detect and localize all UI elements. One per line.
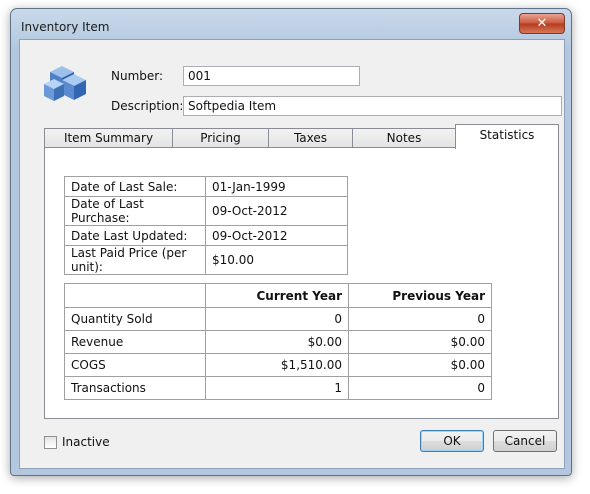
previous-year-value: $0.00	[348, 353, 492, 377]
description-field[interactable]	[183, 96, 562, 116]
last-paid-price-value: $10.00	[205, 245, 348, 275]
ok-button[interactable]: OK	[420, 430, 484, 452]
table-row: Transactions 1 0	[64, 376, 492, 400]
current-year-value: $0.00	[205, 330, 349, 354]
tab-item-summary[interactable]: Item Summary	[44, 128, 173, 148]
tab-pricing[interactable]: Pricing	[172, 128, 269, 148]
dialog-body: Number: Description: Item Summary Pricin…	[19, 39, 565, 469]
current-year-value: 0	[205, 307, 349, 331]
table-row: Date of Last Sale: 01-Jan-1999	[64, 176, 348, 197]
row-label: Revenue	[64, 330, 206, 354]
table-row: Date Last Updated: 09-Oct-2012	[64, 225, 348, 246]
title-bar[interactable]: Inventory Item ✕	[11, 9, 571, 39]
table-row: Last Paid Price (per unit): $10.00	[64, 245, 348, 275]
inactive-label[interactable]: Inactive	[62, 435, 110, 449]
cancel-button[interactable]: Cancel	[493, 430, 557, 452]
stats-table: Current Year Previous Year Quantity Sold…	[64, 283, 492, 400]
date-last-purchase-value: 09-Oct-2012	[205, 196, 348, 226]
current-year-value: $1,510.00	[205, 353, 349, 377]
row-label: Transactions	[64, 376, 206, 400]
stats-header-blank	[64, 283, 206, 308]
description-label: Description:	[111, 99, 184, 113]
table-row: Revenue $0.00 $0.00	[64, 330, 492, 354]
info-table: Date of Last Sale: 01-Jan-1999 Date of L…	[64, 176, 348, 275]
date-last-purchase-label: Date of Last Purchase:	[64, 196, 206, 226]
table-row: COGS $1,510.00 $0.00	[64, 353, 492, 377]
previous-year-header: Previous Year	[348, 283, 492, 308]
date-last-sale-value: 01-Jan-1999	[205, 176, 348, 197]
date-last-sale-label: Date of Last Sale:	[64, 176, 206, 197]
current-year-header: Current Year	[205, 283, 349, 308]
tab-taxes[interactable]: Taxes	[268, 128, 353, 148]
last-paid-price-label: Last Paid Price (per unit):	[64, 245, 206, 275]
inventory-cubes-icon	[44, 66, 86, 101]
tab-strip: Item Summary Pricing Taxes Notes Statist…	[44, 124, 560, 149]
number-label: Number:	[111, 69, 164, 83]
close-icon: ✕	[536, 16, 548, 31]
inactive-checkbox[interactable]	[44, 436, 57, 449]
tab-statistics[interactable]: Statistics	[455, 124, 559, 149]
previous-year-value: $0.00	[348, 330, 492, 354]
close-button[interactable]: ✕	[519, 13, 565, 34]
inventory-item-dialog: Inventory Item ✕ Number: Description: It…	[10, 8, 572, 476]
table-header-row: Current Year Previous Year	[64, 283, 492, 308]
date-last-updated-label: Date Last Updated:	[64, 225, 206, 246]
window-title: Inventory Item	[21, 20, 110, 34]
tab-notes[interactable]: Notes	[352, 128, 456, 148]
table-row: Date of Last Purchase: 09-Oct-2012	[64, 196, 348, 226]
date-last-updated-value: 09-Oct-2012	[205, 225, 348, 246]
statistics-panel: Date of Last Sale: 01-Jan-1999 Date of L…	[44, 147, 559, 419]
row-label: Quantity Sold	[64, 307, 206, 331]
table-row: Quantity Sold 0 0	[64, 307, 492, 331]
previous-year-value: 0	[348, 307, 492, 331]
number-field[interactable]	[183, 66, 360, 86]
previous-year-value: 0	[348, 376, 492, 400]
row-label: COGS	[64, 353, 206, 377]
current-year-value: 1	[205, 376, 349, 400]
